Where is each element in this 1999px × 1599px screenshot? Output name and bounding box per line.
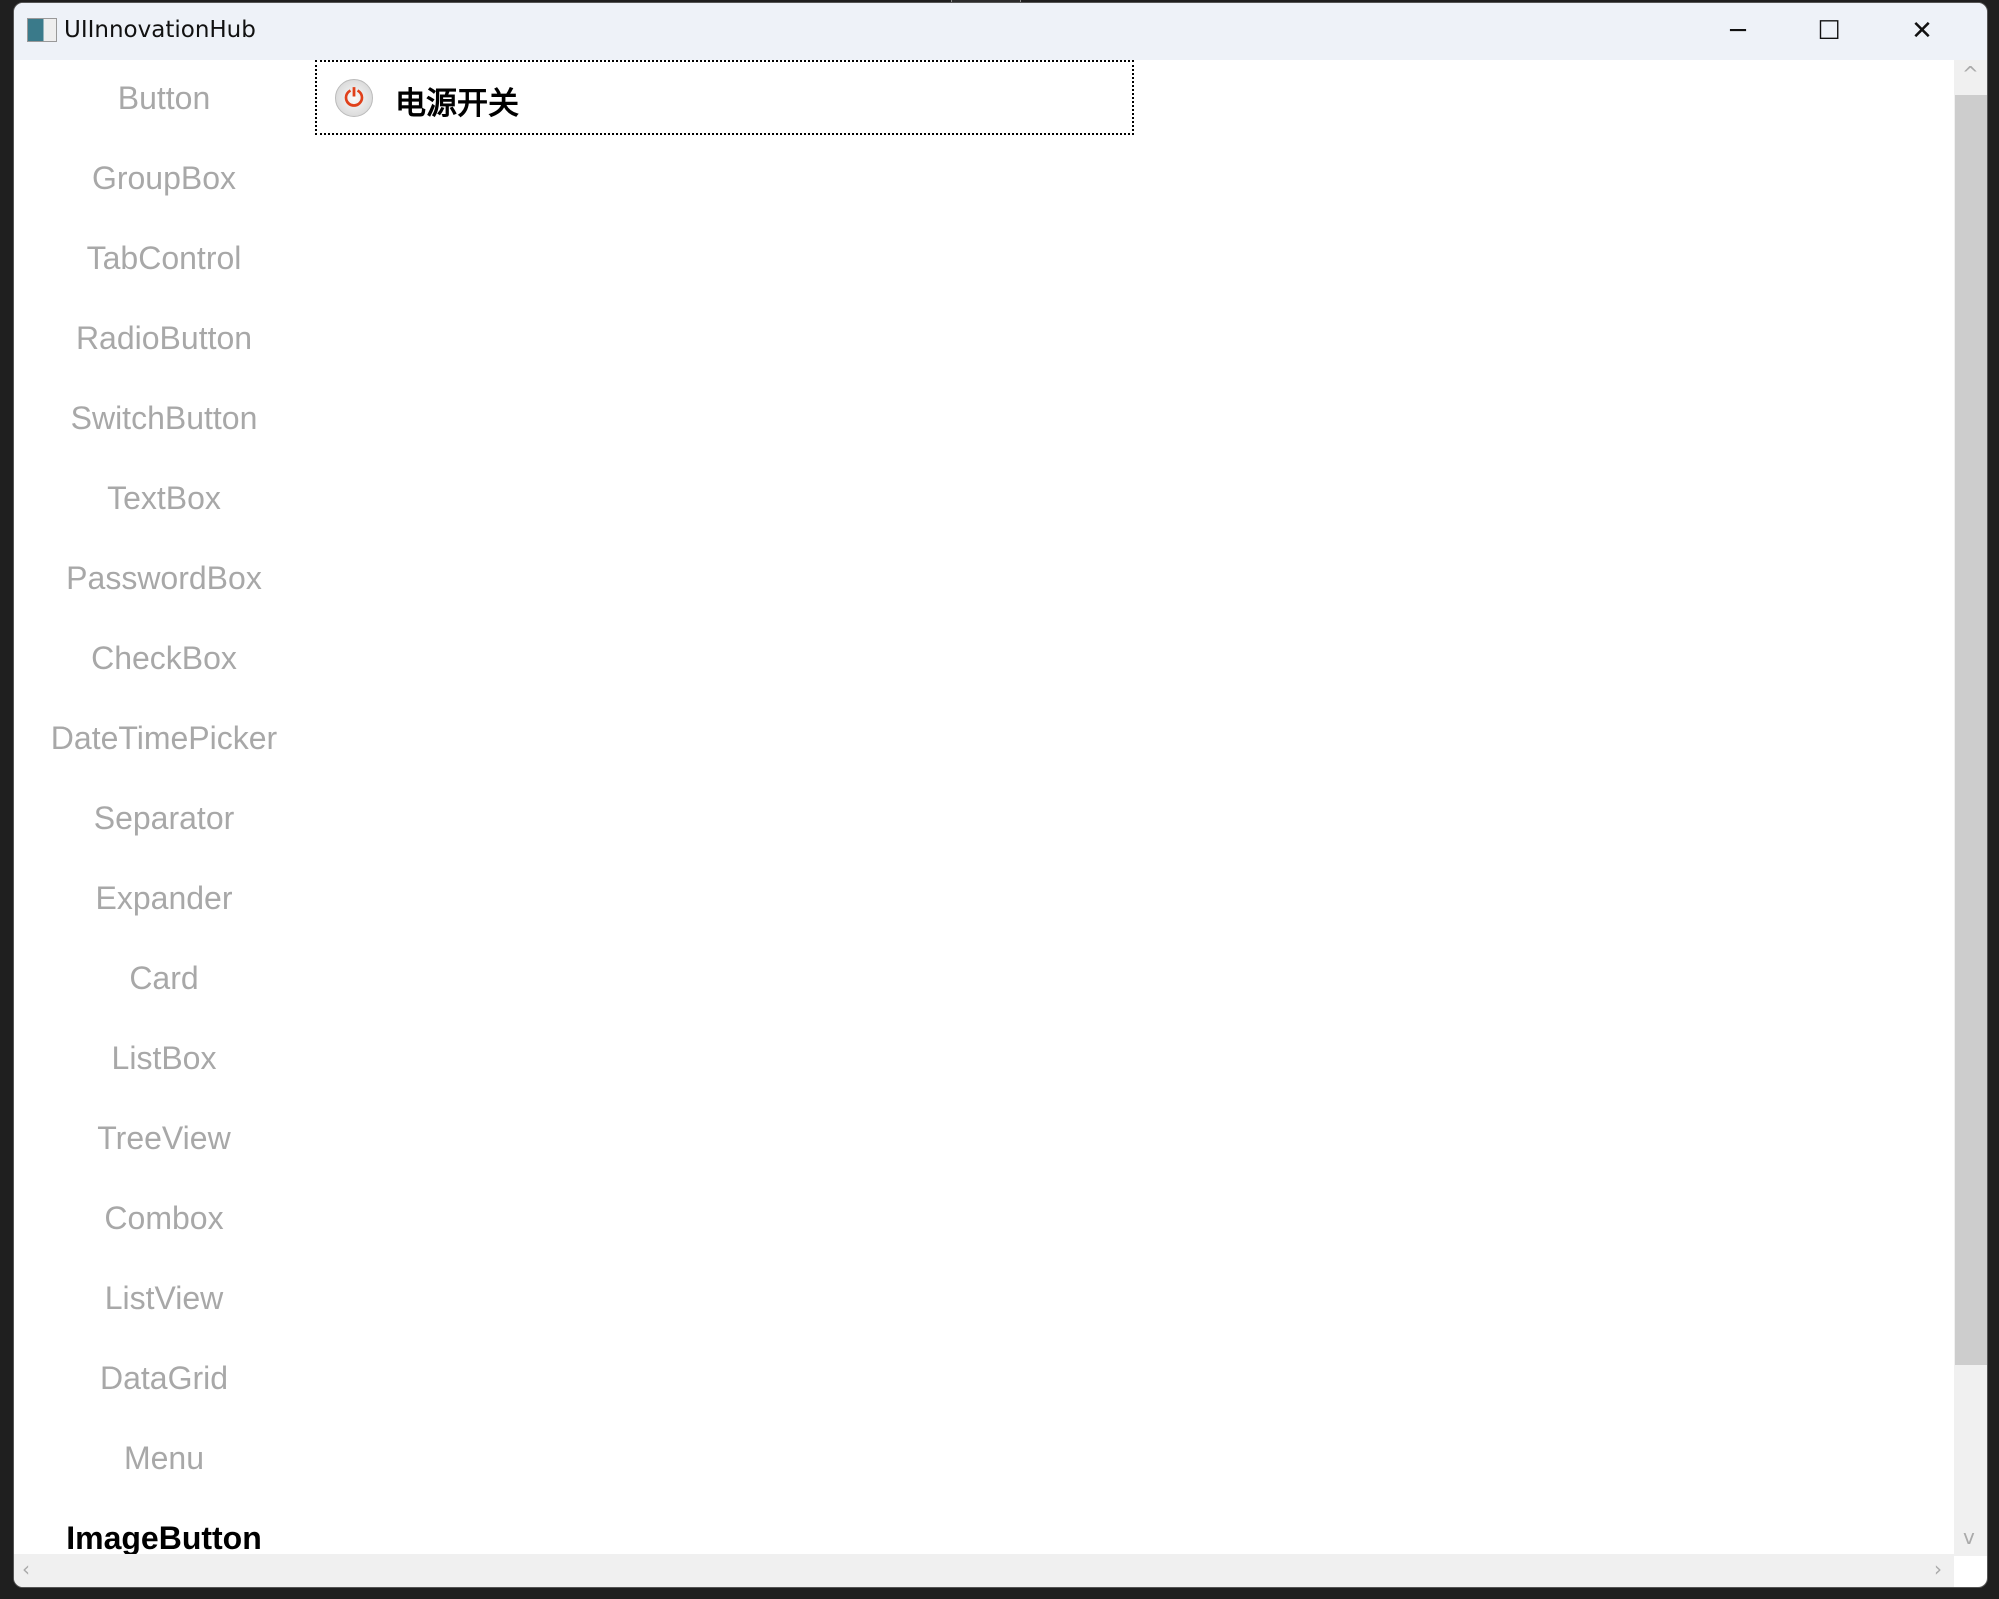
window-title: UIInnovationHub [64, 17, 256, 43]
close-button[interactable]: ✕ [1892, 11, 1952, 51]
horizontal-scrollbar[interactable]: ‹ › [14, 1554, 1954, 1587]
sidebar-item-menu[interactable]: Menu [14, 1440, 314, 1477]
sidebar-item-expander[interactable]: Expander [14, 880, 314, 917]
power-icon: ⏻ [335, 79, 373, 117]
vertical-scroll-thumb[interactable] [1955, 95, 1987, 1365]
sidebar-item-tabcontrol[interactable]: TabControl [14, 240, 314, 277]
sidebar-item-groupbox[interactable]: GroupBox [14, 160, 314, 197]
sidebar-item-treeview[interactable]: TreeView [14, 1120, 314, 1157]
sidebar-item-textbox[interactable]: TextBox [14, 480, 314, 517]
sidebar-item-combox[interactable]: Combox [14, 1200, 314, 1237]
sidebar-item-passwordbox[interactable]: PasswordBox [14, 560, 314, 597]
scroll-right-icon[interactable]: › [1934, 1557, 1942, 1581]
sidebar-item-datagrid[interactable]: DataGrid [14, 1360, 314, 1397]
scroll-left-icon[interactable]: ‹ [22, 1557, 30, 1581]
scroll-up-icon[interactable]: ^ [1962, 62, 1979, 86]
sidebar-item-separator[interactable]: Separator [14, 800, 314, 837]
sidebar-item-imagebutton[interactable]: ImageButton [14, 1520, 314, 1557]
sidebar-item-datetimepicker[interactable]: DateTimePicker [14, 720, 314, 757]
sidebar-item-checkbox[interactable]: CheckBox [14, 640, 314, 677]
sidebar-item-button[interactable]: Button [14, 80, 314, 117]
title-bar[interactable]: UIInnovationHub ─ ☐ ✕ [14, 3, 1987, 60]
vertical-scrollbar[interactable]: ^ v [1954, 60, 1987, 1556]
app-icon [27, 18, 57, 42]
minimize-button[interactable]: ─ [1708, 11, 1768, 51]
power-switch-image-button[interactable]: ⏻ 电源开关 [315, 60, 1134, 135]
sidebar-item-card[interactable]: Card [14, 960, 314, 997]
sidebar-item-listview[interactable]: ListView [14, 1280, 314, 1317]
sidebar-item-listbox[interactable]: ListBox [14, 1040, 314, 1077]
image-button-label: 电源开关 [395, 86, 519, 122]
maximize-button[interactable]: ☐ [1799, 11, 1859, 51]
scroll-down-icon[interactable]: v [1963, 1525, 1975, 1549]
app-window: UIInnovationHub ─ ☐ ✕ Button GroupBox TabC… [13, 2, 1988, 1588]
sidebar-item-switchbutton[interactable]: SwitchButton [14, 400, 314, 437]
sidebar-item-radiobutton[interactable]: RadioButton [14, 320, 314, 357]
